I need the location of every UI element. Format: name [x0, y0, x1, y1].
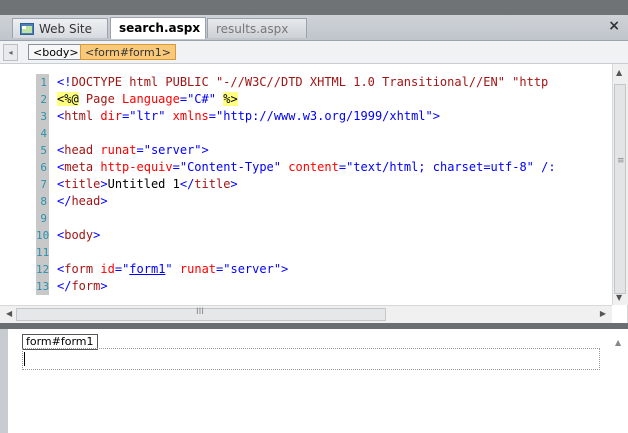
code-text[interactable]: <html dir="ltr" xmlns="http://www.w3.org… [49, 108, 440, 125]
tab-label: Web Site [39, 22, 93, 36]
code-line[interactable]: 1 <!DOCTYPE html PUBLIC "-//W3C//DTD XHTM… [36, 74, 610, 91]
code-text[interactable]: </form> [49, 278, 108, 295]
scroll-left-icon[interactable]: ◀ [6, 309, 12, 318]
document-tab-strip: Web Site search.aspx results.aspx [0, 15, 628, 41]
breadcrumb-form[interactable]: <form#form1> [80, 44, 176, 60]
line-number: 11 [36, 244, 50, 261]
code-text[interactable]: <form id="form1" runat="server"> [49, 261, 288, 278]
code-line[interactable]: 4 [36, 125, 610, 142]
source-editor[interactable]: 1 <!DOCTYPE html PUBLIC "-//W3C//DTD XHTM… [0, 64, 628, 305]
title-strip [0, 0, 628, 15]
code-line[interactable]: 9 [36, 210, 610, 227]
scroll-right-icon[interactable]: ▶ [600, 309, 606, 318]
vertical-scrollbar[interactable]: ▲ ≡ ▼ [612, 64, 628, 305]
scroll-up-icon[interactable]: ▲ [615, 338, 621, 347]
line-number: 10 [36, 227, 50, 244]
tab-search-aspx[interactable]: search.aspx [110, 17, 206, 39]
design-scrollbar[interactable]: ▲ [612, 330, 627, 433]
text-caret [24, 352, 25, 366]
line-number: 9 [36, 210, 49, 227]
scroll-up-icon[interactable]: ▲ [616, 68, 622, 77]
code-line[interactable]: 13 </form> [36, 278, 610, 295]
website-icon [20, 23, 34, 35]
code-text[interactable]: <head runat="server"> [49, 142, 209, 159]
tab-label: results.aspx [216, 22, 289, 36]
code-line[interactable]: 7 <title>Untitled 1</title> [36, 176, 610, 193]
code-text[interactable]: <title>Untitled 1</title> [49, 176, 238, 193]
tab-web-site[interactable]: Web Site [12, 18, 108, 38]
code-text[interactable]: </head> [49, 193, 108, 210]
code-line[interactable]: 5 <head runat="server"> [36, 142, 610, 159]
line-number: 2 [36, 91, 49, 108]
code-text[interactable]: <!DOCTYPE html PUBLIC "-//W3C//DTD XHTML… [49, 74, 548, 91]
grip-icon: ≡ [617, 156, 625, 166]
form-design-box[interactable] [22, 348, 600, 370]
close-icon[interactable]: × [608, 18, 620, 34]
scroll-thumb[interactable] [614, 84, 626, 294]
code-text[interactable]: <%@ Page Language="C#" %> [49, 91, 238, 108]
code-line[interactable]: 10 <body> [36, 227, 610, 244]
scroll-down-icon[interactable]: ▼ [616, 293, 622, 302]
tab-label: search.aspx [119, 21, 201, 35]
line-number: 12 [36, 261, 50, 278]
code-text[interactable]: <meta http-equiv="Content-Type" content=… [49, 159, 556, 176]
line-number: 1 [36, 74, 49, 91]
line-number: 6 [36, 159, 49, 176]
code-line[interactable]: 6 <meta http-equiv="Content-Type" content… [36, 159, 610, 176]
tab-results-aspx[interactable]: results.aspx [207, 18, 307, 38]
line-number: 13 [36, 278, 50, 295]
line-number: 5 [36, 142, 49, 159]
breadcrumb-body[interactable]: <body> [28, 44, 84, 60]
code-line[interactable]: 3 <html dir="ltr" xmlns="http://www.w3.or… [36, 108, 610, 125]
scroll-left-icon[interactable]: ◂ [3, 44, 18, 61]
code-line[interactable]: 11 [36, 244, 610, 261]
code-line[interactable]: 8 </head> [36, 193, 610, 210]
line-number: 3 [36, 108, 49, 125]
code-area[interactable]: 1 <!DOCTYPE html PUBLIC "-//W3C//DTD XHTM… [36, 74, 610, 295]
line-number: 4 [36, 125, 49, 142]
line-number: 7 [36, 176, 49, 193]
code-text[interactable]: <body> [49, 227, 100, 244]
horizontal-scrollbar[interactable]: ◀ III ▶ [0, 305, 612, 323]
grip-icon: III [196, 307, 204, 317]
tag-navigator: ◂ <body> <form#form1> [0, 41, 628, 64]
line-number: 8 [36, 193, 49, 210]
code-line[interactable]: 2 <%@ Page Language="C#" %> [36, 91, 610, 108]
code-line[interactable]: 12 <form id="form1" runat="server"> [36, 261, 610, 278]
